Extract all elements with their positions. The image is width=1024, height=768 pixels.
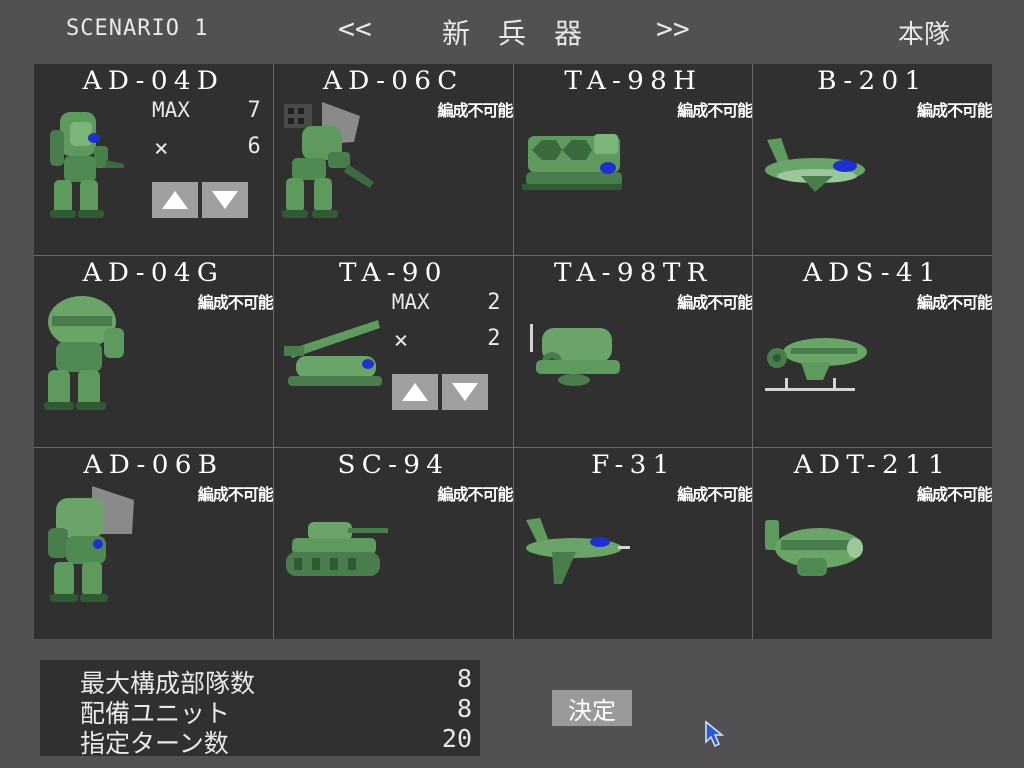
unit-name: AD-04D <box>82 66 225 95</box>
status-badge: 編成不可能 <box>197 485 273 504</box>
mission-info-panel: 最大構成部隊数 8 配備ユニット 8 指定ターン数 20 <box>40 660 480 758</box>
status-badge: 編成不可能 <box>916 101 992 120</box>
title-char: 新 <box>441 17 470 50</box>
unit-cell-adt-211[interactable]: ADT-211 編成不可能 <box>753 448 992 639</box>
unit-cell-ad-04g[interactable]: AD-04G 編成不可能 <box>34 256 273 447</box>
decrease-button[interactable] <box>441 374 488 410</box>
title-char: 器 <box>553 17 582 50</box>
unit-cell-ad-06c[interactable]: AD-06C 編成不可能 <box>273 64 513 255</box>
header-bar: SCENARIO 1 << 新兵器 >> 本隊 <box>0 0 1024 64</box>
transport-icon <box>765 520 864 576</box>
status-badge: 編成不可能 <box>437 101 513 120</box>
unit-cell-ta-98tr[interactable]: TA-98TR 編成不可能 <box>513 256 753 447</box>
unit-cell-ad-04d[interactable]: AD-04D MAX 7 × 6 <box>34 64 273 255</box>
screen-title: 新兵器 <box>428 12 596 52</box>
info-value: 8 <box>456 694 472 723</box>
mech-shield-icon <box>48 486 134 602</box>
unit-cell-f-31[interactable]: F-31 編成不可能 <box>513 448 753 639</box>
artillery-icon <box>283 320 382 386</box>
status-badge: 編成不可能 <box>916 485 992 504</box>
count-label: × <box>393 326 409 354</box>
increase-button[interactable] <box>152 182 198 218</box>
team-label: 本隊 <box>898 20 951 50</box>
decrease-button[interactable] <box>202 182 248 218</box>
max-value: 2 <box>487 290 501 315</box>
fighter-icon <box>525 518 630 584</box>
up-arrow-icon <box>401 383 428 401</box>
unit-name: TA-98H <box>563 66 702 95</box>
increase-button[interactable] <box>391 374 438 410</box>
unit-name: AD-04G <box>82 258 225 287</box>
unit-cell-ad-06b[interactable]: AD-06B 編成不可能 <box>34 448 273 639</box>
down-arrow-icon <box>451 383 478 401</box>
unit-name: ADS-41 <box>803 258 943 287</box>
unit-name: TA-98TR <box>553 258 713 287</box>
down-arrow-icon <box>212 191 238 209</box>
next-page-button[interactable]: >> <box>656 12 690 45</box>
unit-grid: AD-04D MAX 7 × 6 AD-06C 編成不可能 TA-98H 編成不… <box>34 64 992 639</box>
unit-cell-ta-90[interactable]: TA-90 MAX 2 × 2 <box>273 256 513 447</box>
status-badge: 編成不可能 <box>197 293 273 312</box>
unit-cell-b-201[interactable]: B-201 編成不可能 <box>753 64 992 255</box>
status-badge: 編成不可能 <box>677 485 753 504</box>
mech-heavy-icon <box>44 296 124 410</box>
status-badge: 編成不可能 <box>437 485 513 504</box>
unit-name: TA-90 <box>338 258 448 287</box>
up-arrow-icon <box>162 191 188 209</box>
count-value: 2 <box>487 326 501 351</box>
info-value: 20 <box>441 724 472 753</box>
status-badge: 編成不可能 <box>677 293 753 312</box>
status-badge: 編成不可能 <box>916 293 992 312</box>
confirm-button[interactable]: 決定 <box>552 690 632 726</box>
count-label: × <box>154 134 169 162</box>
unit-name: SC-94 <box>337 450 450 479</box>
unit-name: AD-06B <box>83 450 224 479</box>
unit-cell-sc-94[interactable]: SC-94 編成不可能 <box>273 448 513 639</box>
max-label: MAX <box>391 290 430 314</box>
status-badge: 編成不可能 <box>677 101 753 120</box>
unit-name: ADT-211 <box>794 450 952 479</box>
scenario-label: SCENARIO 1 <box>66 16 209 41</box>
unit-name: F-31 <box>590 450 676 479</box>
jet-icon <box>765 138 866 192</box>
unit-cell-ads-41[interactable]: ADS-41 編成不可能 <box>753 256 992 447</box>
launcher-icon <box>521 134 622 190</box>
mech-icon <box>50 112 124 218</box>
info-value: 8 <box>456 664 472 693</box>
mech-missile-icon <box>281 102 374 218</box>
unit-cell-ta-98h[interactable]: TA-98H 編成不可能 <box>513 64 753 255</box>
unit-name: B-201 <box>817 66 928 95</box>
radar-vehicle-icon <box>529 324 620 386</box>
max-value: 7 <box>247 98 261 123</box>
max-label: MAX <box>152 98 190 122</box>
info-label: 指定ターン数 <box>80 729 229 758</box>
unit-name: AD-06C <box>322 66 464 95</box>
tank-icon <box>285 522 388 576</box>
gunship-icon <box>765 338 868 391</box>
count-value: 6 <box>247 134 261 159</box>
title-char: 兵 <box>497 17 526 50</box>
prev-page-button[interactable]: << <box>338 12 372 45</box>
mouse-cursor-icon <box>705 720 725 748</box>
